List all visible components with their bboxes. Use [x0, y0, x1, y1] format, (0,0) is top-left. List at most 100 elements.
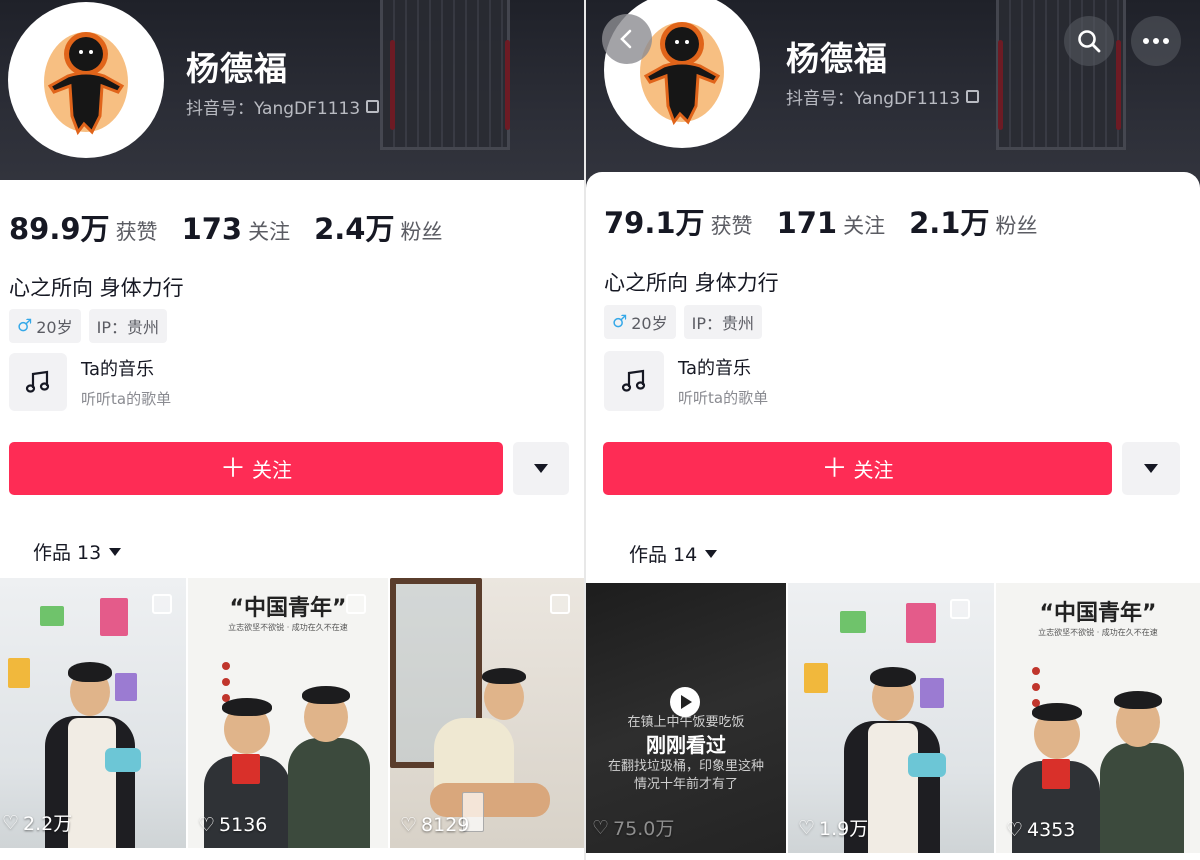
- multi-image-icon: [346, 594, 366, 614]
- works-tab-label: 作品 14: [629, 544, 698, 566]
- wall-poster: [840, 611, 866, 633]
- following-count[interactable]: 173: [182, 212, 243, 246]
- follow-label: 关注: [252, 458, 292, 482]
- flower-decoration: [222, 678, 230, 686]
- ip-text: IP：贵州: [96, 318, 159, 337]
- profile-tags: ♂ 20岁 IP：贵州: [604, 305, 762, 339]
- age-tag: ♂ 20岁: [9, 309, 81, 343]
- age-tag: ♂ 20岁: [604, 305, 676, 339]
- more-button[interactable]: [1131, 16, 1181, 66]
- person-body: [288, 738, 370, 848]
- works-tab-label: 作品 13: [33, 542, 102, 564]
- lantern-decoration: [380, 0, 510, 150]
- followers-label[interactable]: 粉丝: [995, 210, 1037, 240]
- age-text: 20岁: [631, 314, 668, 333]
- follow-button[interactable]: ＋ 关注: [603, 442, 1112, 495]
- red-scarf: [1042, 759, 1070, 789]
- music-subtitle: 听听ta的歌单: [678, 389, 769, 407]
- copy-icon[interactable]: [966, 90, 980, 103]
- heart-icon: ♡: [1006, 819, 1024, 841]
- search-button[interactable]: [1064, 16, 1114, 66]
- following-label[interactable]: 关注: [843, 210, 885, 240]
- douyin-id: 抖音号：YangDF1113: [786, 84, 980, 109]
- male-icon: ♂: [612, 312, 628, 332]
- like-count-text: 5136: [219, 814, 268, 836]
- likes-label: 获赞: [710, 214, 753, 238]
- follow-button[interactable]: ＋ 关注: [9, 442, 503, 495]
- person-body: [1100, 743, 1184, 853]
- followers-count[interactable]: 2.1万: [909, 200, 989, 242]
- play-icon: [670, 687, 700, 717]
- bio: 心之所向 身体力行: [9, 276, 184, 300]
- thumbnail-caption: 情况十年前才有了: [633, 777, 738, 792]
- following-label[interactable]: 关注: [248, 216, 290, 246]
- recommend-dropdown-button[interactable]: [1122, 442, 1180, 495]
- followers-count[interactable]: 2.4万: [314, 206, 394, 248]
- like-count-text: 75.0万: [613, 818, 675, 840]
- flame-figure-avatar-icon: [44, 32, 128, 136]
- nickname: 杨德福: [186, 49, 288, 88]
- video-thumbnail[interactable]: ♡ 8129: [390, 578, 584, 848]
- douyin-id-text: 抖音号：YangDF1113: [786, 89, 961, 109]
- multi-image-icon: [550, 594, 570, 614]
- back-arrow-icon: [620, 29, 632, 49]
- followers-label[interactable]: 粉丝: [400, 216, 442, 246]
- music-entry[interactable]: Ta的音乐 听听ta的歌单: [9, 353, 171, 411]
- like-count: ♡ 8129: [400, 814, 469, 836]
- profile-stats: 79.1万 获赞 171 关注 2.1万 粉丝: [604, 200, 1061, 242]
- person-legs: [430, 783, 550, 817]
- likes-label: 获赞: [115, 220, 158, 244]
- caret-down-icon: [109, 547, 122, 556]
- avatar[interactable]: [8, 2, 164, 158]
- caret-down-icon: [1144, 464, 1158, 473]
- video-thumbnail[interactable]: “中国青年” 立志欲坚不欲锐 · 成功在久不在速 ♡ 5136: [188, 578, 388, 848]
- video-thumbnail[interactable]: ♡ 1.9万: [788, 583, 994, 853]
- copy-icon[interactable]: [366, 100, 380, 113]
- flower-decoration: [1032, 683, 1040, 691]
- thumbnail-subtitle: 立志欲坚不欲锐 · 成功在久不在速: [228, 623, 348, 632]
- video-thumbnail[interactable]: ♡ 2.2万: [0, 578, 186, 848]
- person-hair: [302, 686, 350, 704]
- like-count: ♡ 4353: [1006, 819, 1075, 841]
- music-note-icon: [9, 353, 67, 411]
- music-subtitle: 听听ta的歌单: [81, 390, 172, 408]
- apron: [868, 723, 918, 853]
- profile-tags: ♂ 20岁 IP：贵州: [9, 309, 167, 343]
- like-count-text: 4353: [1027, 819, 1076, 841]
- like-count-text: 1.9万: [819, 818, 869, 840]
- following-count[interactable]: 171: [777, 206, 838, 240]
- person-hair: [1114, 691, 1162, 709]
- flower-decoration: [222, 662, 230, 670]
- tassel-decoration: [505, 40, 510, 130]
- douyin-id-text: 抖音号：YangDF1113: [186, 99, 361, 119]
- ip-text: IP：贵州: [691, 314, 754, 333]
- heart-icon: ♡: [198, 814, 216, 836]
- works-tab[interactable]: 作品 13: [33, 538, 122, 565]
- likes-count: 89.9万: [9, 212, 110, 246]
- caret-down-icon: [534, 464, 548, 473]
- ip-tag: IP：贵州: [88, 309, 167, 343]
- like-count-text: 2.2万: [23, 813, 73, 835]
- likes-count: 79.1万: [604, 206, 705, 240]
- bio: 心之所向 身体力行: [604, 271, 779, 295]
- works-tab[interactable]: 作品 14: [629, 540, 718, 567]
- tassel-decoration: [998, 40, 1003, 130]
- video-thumbnail[interactable]: “中国青年” 立志欲坚不欲锐 · 成功在久不在速 ♡ 4353: [996, 583, 1200, 853]
- multi-image-icon: [950, 599, 970, 619]
- red-scarf: [232, 754, 260, 784]
- like-count: ♡ 2.2万: [2, 809, 72, 836]
- profile-screen-left: 杨德福 抖音号：YangDF1113 89.9万 获赞 173 关注 2.4万 …: [0, 0, 584, 860]
- like-count-text: 8129: [421, 814, 470, 836]
- wall-poster: [920, 678, 944, 708]
- like-count: ♡ 1.9万: [798, 814, 868, 841]
- person-hair: [222, 698, 272, 716]
- recommend-dropdown-button[interactable]: [513, 442, 569, 495]
- music-entry[interactable]: Ta的音乐 听听ta的歌单: [604, 351, 768, 411]
- douyin-id: 抖音号：YangDF1113: [186, 94, 380, 119]
- back-button[interactable]: [602, 14, 652, 64]
- age-text: 20岁: [36, 318, 73, 337]
- video-thumbnail[interactable]: 在镇上中午饭要吃饭 刚刚看过 在翻找垃圾桶，印象里这种 情况十年前才有了 ♡ 7…: [586, 583, 786, 853]
- ip-tag: IP：贵州: [683, 305, 762, 339]
- wall-poster: [100, 598, 128, 636]
- like-count: ♡ 5136: [198, 814, 267, 836]
